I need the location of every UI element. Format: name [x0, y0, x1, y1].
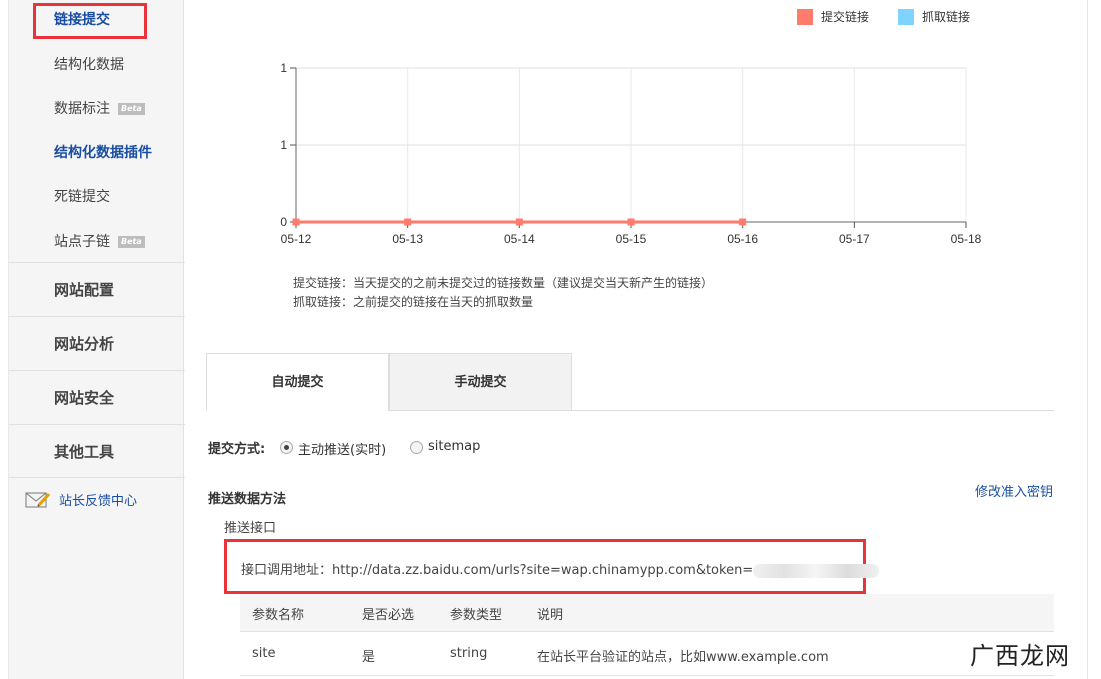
cell-required: 是: [362, 650, 376, 665]
feedback-link[interactable]: 站长反馈中心: [25, 490, 137, 509]
header-description: 说明: [537, 608, 564, 623]
sidebar-item-sitelinks[interactable]: 站点子链 Beta: [54, 231, 145, 251]
table-row: site 是 string 在站长平台验证的站点，比如www.example.c…: [240, 632, 1054, 676]
sidebar: 链接提交 结构化数据 数据标注 Beta 结构化数据插件 死链提交 站点子链 Bet…: [8, 0, 185, 679]
api-address-label: 接口调用地址：: [241, 563, 333, 578]
header-param-name: 参数名称: [252, 608, 305, 623]
modify-key-link[interactable]: 修改准入密钥: [975, 481, 1053, 500]
page: 链接提交 结构化数据 数据标注 Beta 结构化数据插件 死链提交 站点子链 Bet…: [0, 0, 1101, 679]
feedback-label: 站长反馈中心: [59, 494, 138, 509]
radio-active-push[interactable]: [280, 441, 293, 454]
legend-label-crawl: 抓取链接: [922, 10, 971, 24]
x-tick-label: 05-14: [504, 232, 535, 246]
sidebar-group-label: 网站分析: [54, 335, 115, 353]
watermark: 广西龙网: [970, 642, 1070, 670]
legend-item-submit[interactable]: 提交链接: [797, 8, 869, 25]
radio-active-push-label[interactable]: 主动推送(实时): [298, 439, 386, 458]
legend-swatch-crawl: [898, 8, 914, 25]
data-point: [739, 218, 747, 226]
cell-param-type: string: [450, 646, 488, 661]
header-required: 是否必选: [362, 608, 415, 623]
data-point: [515, 218, 523, 226]
note-crawl: 抓取链接：之前提交的链接在当天的抓取数量: [293, 295, 534, 309]
cell-description: 在站长平台验证的站点，比如www.example.com: [537, 650, 829, 665]
beta-badge: Beta: [118, 236, 145, 248]
y-tick-label: 0: [280, 215, 287, 229]
x-tick-label: 05-12: [281, 232, 312, 246]
y-tick-label: 1: [280, 138, 287, 152]
legend-item-crawl[interactable]: 抓取链接: [898, 8, 970, 25]
sidebar-group-other-tools[interactable]: 其他工具: [9, 424, 185, 478]
x-tick-label: 05-16: [727, 232, 758, 246]
sidebar-item-structured-plugin[interactable]: 结构化数据插件: [54, 142, 152, 162]
submission-line-chart: 0 1 1 05-12 05-13 05-14 05-15 05-16 05-17 05-18: [280, 61, 982, 246]
beta-badge: Beta: [118, 103, 145, 115]
y-tick-label: 1: [280, 61, 287, 75]
note-submit: 提交链接：当天提交的之前未提交过的链接数量（建议提交当天新产生的链接）: [293, 276, 714, 290]
data-point: [292, 218, 300, 226]
radio-sitemap-label[interactable]: sitemap: [428, 439, 480, 454]
sidebar-item-label: 数据标注: [54, 101, 110, 117]
x-tick-label: 05-18: [951, 232, 982, 246]
x-tick-label: 05-15: [616, 232, 647, 246]
radio-sitemap[interactable]: [410, 441, 423, 454]
highlight-box: [33, 3, 147, 39]
sidebar-item-dead-link[interactable]: 死链提交: [54, 186, 110, 206]
cell-param-name: site: [252, 646, 276, 661]
content-border: [1087, 0, 1088, 679]
submit-tabs: 手动提交 自动提交: [206, 353, 1054, 411]
sidebar-group-site-config[interactable]: 网站配置: [9, 262, 185, 316]
api-address: 接口调用地址：http://data.zz.baidu.com/urls?sit…: [241, 559, 880, 578]
redacted-token: [753, 563, 880, 578]
tab-manual-submit[interactable]: 手动提交: [389, 353, 572, 411]
sidebar-group-label: 网站安全: [54, 389, 115, 407]
legend-swatch-submit: [797, 8, 813, 25]
push-method-heading: 推送数据方法: [208, 492, 287, 507]
api-url: http://data.zz.baidu.com/urls?site=wap.c…: [332, 563, 754, 578]
sidebar-item-structured-data[interactable]: 结构化数据: [54, 54, 124, 74]
x-tick-label: 05-13: [392, 232, 423, 246]
param-table-header: 参数名称 是否必选 参数类型 说明: [240, 594, 1054, 632]
sidebar-group-label: 其他工具: [54, 443, 115, 461]
data-point: [404, 218, 412, 226]
data-point: [627, 218, 635, 226]
sidebar-group-site-analysis[interactable]: 网站分析: [9, 316, 185, 370]
sidebar-item-data-annotation[interactable]: 数据标注 Beta: [54, 98, 145, 118]
tab-auto-submit[interactable]: 自动提交: [206, 353, 389, 411]
mail-icon: [25, 492, 51, 507]
sidebar-group-site-security[interactable]: 网站安全: [9, 370, 185, 424]
x-tick-label: 05-17: [839, 232, 870, 246]
push-api-label: 推送接口: [224, 521, 277, 536]
header-param-type: 参数类型: [450, 608, 503, 623]
sidebar-item-label: 站点子链: [54, 234, 110, 250]
submit-method-label: 提交方式:: [208, 442, 266, 457]
legend-label-submit: 提交链接: [821, 10, 870, 24]
sidebar-group-label: 网站配置: [54, 281, 115, 299]
